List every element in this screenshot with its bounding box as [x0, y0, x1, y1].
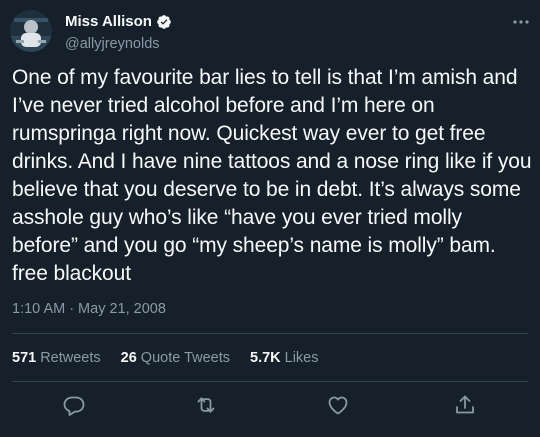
likes-stat[interactable]: 5.7K Likes	[250, 349, 319, 367]
quote-tweets-label: Quote Tweets	[140, 350, 230, 366]
quote-tweets-stat[interactable]: 26 Quote Tweets	[121, 349, 230, 367]
display-name[interactable]: Miss Allison	[65, 13, 152, 31]
share-button[interactable]	[453, 393, 477, 417]
tweet-time: 1:10 AM	[12, 301, 66, 317]
retweet-icon	[197, 397, 215, 413]
more-options-icon[interactable]	[512, 14, 530, 24]
like-button[interactable]	[326, 393, 350, 417]
tweet-text: One of my favourite bar lies to tell is …	[12, 66, 532, 285]
divider	[12, 381, 528, 382]
retweets-count: 571	[12, 350, 37, 366]
verified-badge-icon	[156, 14, 172, 30]
reply-button[interactable]	[62, 393, 86, 417]
likes-label: Likes	[284, 350, 319, 366]
share-icon	[456, 395, 474, 414]
timestamp-separator: ·	[69, 301, 75, 317]
reply-icon	[63, 396, 85, 416]
avatar[interactable]	[10, 10, 52, 52]
like-icon	[328, 396, 348, 415]
name-row: Miss Allison	[65, 13, 172, 31]
avatar-image	[10, 10, 52, 52]
tweet-card: Miss Allison @allyjreynolds One of my fa…	[0, 0, 540, 437]
author-block[interactable]: Miss Allison @allyjreynolds	[65, 13, 172, 53]
retweets-label: Retweets	[40, 350, 101, 366]
tweet-date: May 21, 2008	[78, 301, 166, 317]
divider	[12, 333, 528, 334]
engagement-stats: 571 Retweets 26 Quote Tweets 5.7K Likes	[12, 349, 339, 367]
user-handle[interactable]: @allyjreynolds	[65, 35, 172, 53]
quote-tweets-count: 26	[120, 350, 137, 366]
retweet-button[interactable]	[194, 393, 218, 417]
timestamp[interactable]: 1:10 AM · May 21, 2008	[12, 300, 166, 318]
retweets-stat[interactable]: 571 Retweets	[12, 349, 101, 367]
likes-count: 5.7K	[250, 350, 281, 366]
